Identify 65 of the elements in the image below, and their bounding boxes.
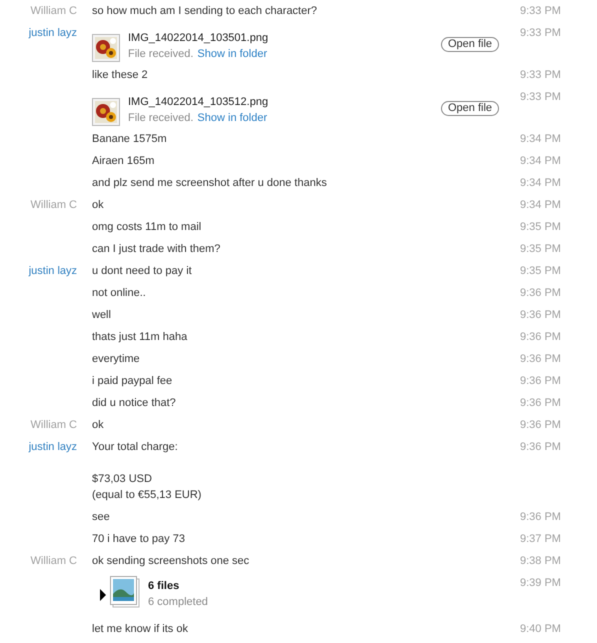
message-time: 9:36 PM [520,396,561,411]
file-status: File received. [128,47,194,62]
show-in-folder-link[interactable]: Show in folder [197,46,268,62]
message-text: ok sending screenshots one sec [92,554,250,569]
message-text: Airaen 165m [92,154,156,169]
message-time: 9:35 PM [520,220,561,235]
message-text: everytime [92,352,141,367]
message-time: 9:33 PM [520,90,561,105]
message-time: 9:36 PM [520,440,561,455]
sender-name: William C [30,555,77,567]
message-text: not online.. [92,286,147,301]
message-time: 9:36 PM [520,286,561,301]
message-time: 9:37 PM [520,532,561,547]
message-time: 9:34 PM [520,176,561,191]
sender-name: justin layz [28,265,77,277]
message-time: 9:34 PM [520,198,561,213]
message-time: 9:36 PM [520,352,561,367]
message-time: 9:33 PM [520,68,561,83]
message-time: 9:34 PM [520,132,561,147]
message-text: omg costs 11m to mail [92,220,202,235]
message-time: 9:36 PM [520,374,561,389]
sender-name: William C [30,419,77,431]
message-time: 9:36 PM [520,308,561,323]
files-title: 6 files [148,579,180,594]
open-file-button[interactable]: Open file [441,101,500,116]
message-time: 9:38 PM [520,554,561,569]
message-time: 9:39 PM [520,576,561,591]
message-text: u dont need to pay it [92,264,193,279]
message-text: so how much am I sending to each character? [92,4,318,19]
message-text: Banane 1575m [92,132,168,147]
file-name: IMG_14022014_103512.png [128,95,270,110]
sender-name: William C [30,5,77,17]
message-text: i paid paypal fee [92,374,174,389]
sender-name: William C [30,199,77,211]
file-status: File received. [128,111,194,126]
message-text: 70 i have to pay 73 [92,532,186,547]
message-text: ok [92,198,105,213]
files-status: 6 completed [148,595,208,610]
sender-name: justin layz [28,27,77,39]
file-name: IMG_14022014_103501.png [128,31,270,46]
message-text: did u notice that? [92,396,177,411]
message-text: Your total charge: $73,03 USD (equal to €55,13 EUR) [92,440,202,503]
message-time: 9:36 PM [520,418,561,433]
message-text: like these 2 [92,68,149,83]
message-time: 9:33 PM [520,26,561,41]
message-time: 9:35 PM [520,242,561,257]
message-text: can I just trade with them? [92,242,222,257]
message-time: 9:35 PM [520,264,561,279]
message-time: 9:40 PM [520,622,561,637]
sender-name: justin layz [28,441,77,453]
message-text: thats just 11m haha [92,330,188,345]
landscape-image-icon [110,576,140,608]
message-text: well [92,308,112,323]
flower-image-icon [92,34,120,62]
message-text: see [92,510,111,525]
message-text: ok [92,418,105,433]
message-time: 9:34 PM [520,154,561,169]
flower-image-icon [92,98,120,126]
message-time: 9:36 PM [520,510,561,525]
message-text: and plz send me screenshot after u done thanks [92,176,328,191]
open-file-button[interactable]: Open file [441,37,500,52]
message-time: 9:33 PM [520,4,561,19]
message-time: 9:36 PM [520,330,561,345]
message-text: let me know if its ok [92,622,189,637]
show-in-folder-link[interactable]: Show in folder [197,110,268,126]
